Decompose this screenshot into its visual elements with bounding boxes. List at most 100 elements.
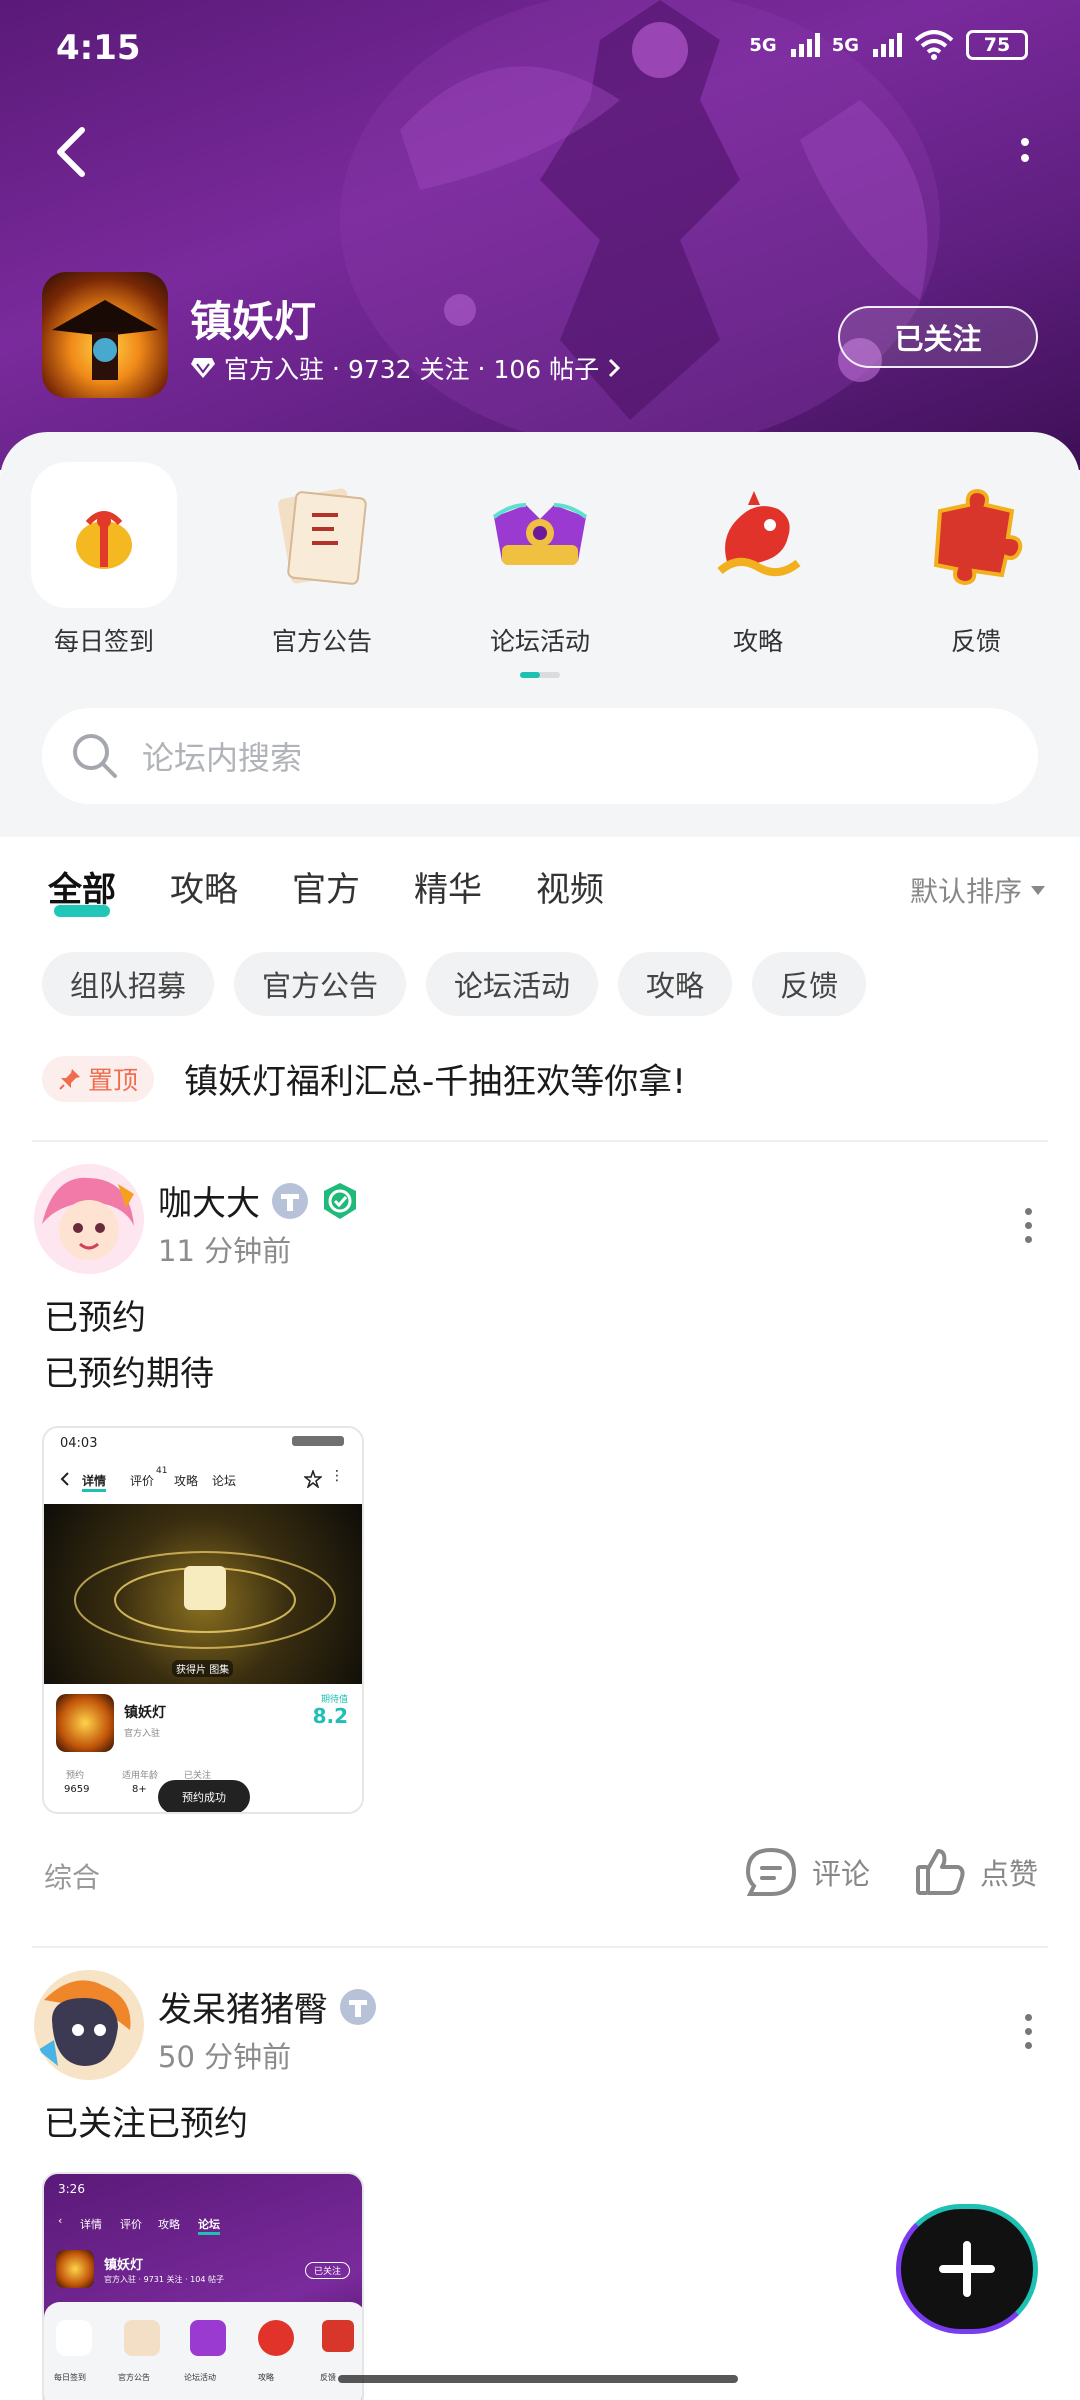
shot-back-icon: ‹ bbox=[58, 2214, 63, 2227]
shot-time: 04:03 bbox=[60, 1436, 98, 1451]
shot-game-title: 镇妖灯 bbox=[124, 1705, 166, 1721]
game-meta[interactable]: 官方入驻 · 9732 关注 · 106 帖子 bbox=[190, 350, 621, 386]
post-tabs: 全部 攻略 官方 精华 视频 bbox=[48, 862, 604, 917]
search-placeholder: 论坛内搜索 bbox=[142, 739, 303, 777]
post-image[interactable]: 3:26 ‹ 详情 评价 攻略 论坛 镇妖灯 官方入驻 · 9731 关注 · … bbox=[42, 2172, 364, 2400]
shortcut-daily-signin[interactable]: 每日签到 bbox=[24, 462, 184, 658]
home-indicator[interactable] bbox=[338, 2375, 738, 2383]
divider bbox=[32, 1140, 1048, 1142]
post-line: 已预约 bbox=[44, 1298, 146, 1338]
follow-button[interactable]: 已关注 bbox=[838, 306, 1038, 368]
shot-tab: 评价 bbox=[120, 2218, 142, 2231]
gift-bag-icon bbox=[31, 462, 177, 608]
shortcut-label: 反馈 bbox=[950, 627, 1001, 656]
pinned-badge: 置顶 bbox=[42, 1055, 155, 1102]
tab-all[interactable]: 全部 bbox=[48, 862, 116, 917]
pinned-title: 镇妖灯福利汇总-千抽狂欢等你拿! bbox=[184, 1062, 686, 1102]
shot-sc-label: 论坛活动 bbox=[184, 2373, 216, 2382]
thumbs-up-icon bbox=[915, 1849, 965, 1895]
post-image[interactable]: 04:03 详情 评价 41 攻略 论坛 ⋮ 获得片 图集 镇妖灯 官方入驻 期… bbox=[42, 1426, 364, 1814]
shot-sc-icon bbox=[56, 2320, 92, 2356]
post-time: 11 分钟前 bbox=[158, 1234, 292, 1268]
tab-guide[interactable]: 攻略 bbox=[170, 862, 238, 911]
game-app-icon bbox=[42, 272, 168, 398]
network-label-2: 5G bbox=[831, 34, 859, 56]
chevron-right-icon bbox=[609, 358, 621, 378]
shot-sc-label: 官方公告 bbox=[118, 2373, 150, 2382]
shot-game-icon bbox=[56, 1694, 114, 1752]
tab-official[interactable]: 官方 bbox=[292, 862, 360, 911]
shot-tab: 攻略 bbox=[174, 1474, 199, 1488]
tab-video[interactable]: 视频 bbox=[536, 862, 604, 911]
forum-header: 4:15 5G 5G 75 镇妖灯 官方入驻 · 9732 关注 · 106 帖… bbox=[0, 0, 1080, 470]
shot-follow: 已关注 bbox=[304, 2262, 350, 2279]
shot-tab: 论坛 bbox=[198, 2216, 220, 2235]
shot-back-icon bbox=[60, 1472, 69, 1486]
post-body[interactable]: 已关注已预约 bbox=[44, 2096, 248, 2152]
signal-icon-2 bbox=[873, 33, 902, 57]
chip-guide[interactable]: 攻略 bbox=[618, 952, 733, 1016]
level-badge-icon bbox=[340, 1988, 376, 2025]
shot-time: 3:26 bbox=[58, 2182, 85, 2196]
shortcut-label: 论坛活动 bbox=[489, 627, 590, 656]
author-name: 发呆猪猪臀 bbox=[158, 1990, 328, 2030]
post-more-button[interactable] bbox=[1022, 2014, 1034, 2049]
comment-button[interactable]: 评论 bbox=[744, 1846, 870, 1898]
chest-icon bbox=[467, 462, 613, 608]
pinned-post[interactable]: 置顶 镇妖灯福利汇总-千抽狂欢等你拿! bbox=[42, 1054, 686, 1103]
chip-official-notice[interactable]: 官方公告 bbox=[234, 952, 407, 1016]
chip-feedback[interactable]: 反馈 bbox=[752, 952, 867, 1016]
shortcut-guide[interactable]: 攻略 bbox=[678, 462, 838, 658]
comment-label: 评论 bbox=[811, 1857, 870, 1891]
avatar[interactable] bbox=[34, 1970, 144, 2080]
shot-meta: 官方入驻 · 9731 关注 · 104 帖子 bbox=[104, 2275, 224, 2284]
post-more-button[interactable] bbox=[1022, 1208, 1034, 1243]
carousel-indicator bbox=[520, 672, 560, 678]
shortcut-row: 每日签到 官方公告 论坛活动 攻略 反馈 bbox=[0, 462, 1080, 662]
signal-icon bbox=[790, 33, 820, 57]
post-author[interactable]: 咖大大 bbox=[158, 1176, 360, 1225]
level-badge-icon bbox=[272, 1182, 308, 1219]
shortcut-official-notice[interactable]: 官方公告 bbox=[242, 462, 402, 658]
search-input[interactable]: 论坛内搜索 bbox=[42, 708, 1038, 804]
shot-sc-icon bbox=[322, 2320, 354, 2352]
post-category-tag[interactable]: 综合 bbox=[44, 1856, 100, 1896]
shortcut-label: 攻略 bbox=[732, 627, 783, 656]
diamond-icon bbox=[191, 358, 215, 378]
shot-tab: 论坛 bbox=[212, 1474, 237, 1488]
create-post-button[interactable] bbox=[896, 2204, 1038, 2334]
post-author[interactable]: 发呆猪猪臀 bbox=[158, 1982, 378, 2031]
tab-featured[interactable]: 精华 bbox=[414, 862, 482, 911]
search-icon bbox=[73, 734, 117, 778]
header-artwork bbox=[340, 0, 940, 450]
sort-label: 默认排序 bbox=[909, 875, 1022, 908]
network-label-1: 5G bbox=[749, 34, 777, 56]
game-title: 镇妖灯 bbox=[190, 297, 317, 346]
official-label: 官方入驻 bbox=[224, 355, 325, 384]
caret-down-icon bbox=[1031, 886, 1045, 895]
post-time: 50 分钟前 bbox=[158, 2040, 292, 2074]
status-bar-icons: 5G 5G 75 bbox=[749, 30, 1028, 60]
more-menu-button[interactable] bbox=[1010, 130, 1040, 170]
sort-dropdown[interactable]: 默认排序 bbox=[910, 870, 1046, 910]
divider bbox=[32, 1946, 1048, 1948]
shot-sc-label: 每日签到 bbox=[54, 2373, 86, 2382]
back-button[interactable] bbox=[48, 122, 98, 182]
shortcut-forum-activity[interactable]: 论坛活动 bbox=[460, 462, 620, 658]
like-button[interactable]: 点赞 bbox=[914, 1847, 1038, 1897]
status-time: 4:15 bbox=[56, 28, 141, 68]
shot-tab: 攻略 bbox=[158, 2218, 180, 2231]
shot-toast: 预约成功 bbox=[158, 1780, 250, 1812]
post-body[interactable]: 已预约 已预约期待 bbox=[44, 1290, 214, 1402]
shortcut-feedback[interactable]: 反馈 bbox=[896, 462, 1056, 658]
shot-overlay: 获得片 bbox=[176, 1665, 206, 1676]
shot-game-icon bbox=[56, 2250, 94, 2288]
chip-forum-activity[interactable]: 论坛活动 bbox=[426, 952, 599, 1016]
shot-sc-label: 攻略 bbox=[258, 2373, 274, 2382]
author-name: 咖大大 bbox=[158, 1184, 260, 1224]
shot-tab: 详情 bbox=[82, 1472, 107, 1492]
avatar[interactable] bbox=[34, 1164, 144, 1274]
shot-official: 官方入驻 bbox=[124, 1729, 161, 1739]
shot-stat-label: 预约 bbox=[66, 1771, 85, 1781]
chip-team-recruit[interactable]: 组队招募 bbox=[42, 952, 215, 1016]
